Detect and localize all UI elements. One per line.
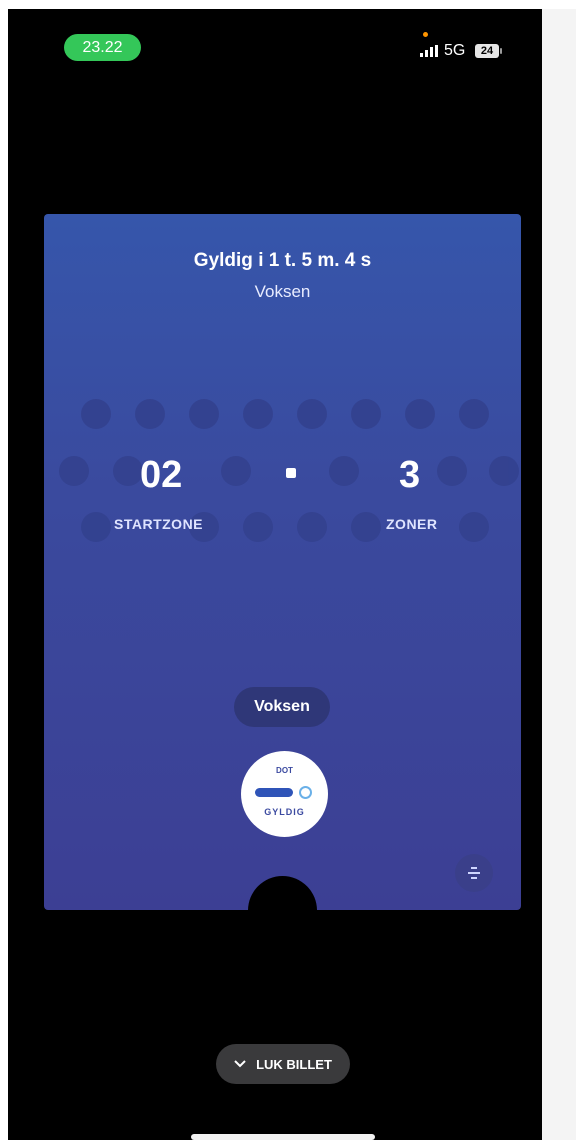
validity-badge: DOT GYLDIG	[241, 751, 328, 837]
close-ticket-button[interactable]: LUK BILLET	[216, 1044, 350, 1084]
zones-label: ZONER	[386, 516, 438, 532]
zones-value: 3	[399, 454, 421, 496]
battery-tip	[500, 48, 502, 54]
passenger-type-pill: Voksen	[234, 687, 330, 727]
chevron-down-icon	[234, 1060, 246, 1068]
passenger-type: Voksen	[254, 282, 311, 301]
network-type: 5G	[444, 42, 466, 59]
menu-icon	[468, 867, 480, 879]
badge-ring	[299, 786, 312, 799]
privacy-indicator	[423, 32, 428, 37]
ticket-details-button[interactable]	[455, 854, 493, 892]
close-ticket-label: LUK BILLET	[256, 1056, 332, 1072]
badge-status: GYLDIG	[264, 807, 305, 817]
background-strip	[542, 9, 576, 1140]
phone-screen: 23.22 5G 24 Gyldig i 1 t. 5 m. 4 s Vokse…	[8, 9, 542, 1140]
home-indicator[interactable]	[191, 1134, 375, 1140]
start-zone-label: STARTZONE	[114, 516, 204, 532]
zone-separator	[286, 468, 296, 478]
start-zone-value: 02	[140, 454, 183, 496]
ticket-card[interactable]: Gyldig i 1 t. 5 m. 4 s Voksen 02 STARTZO…	[44, 214, 521, 910]
validity-text: Gyldig i 1 t. 5 m. 4 s	[193, 250, 372, 271]
status-time: 23.22	[64, 34, 141, 61]
badge-brand: DOT	[276, 766, 293, 775]
signal-icon	[420, 45, 438, 57]
battery-icon: 24	[475, 44, 499, 58]
badge-bar	[255, 788, 293, 797]
